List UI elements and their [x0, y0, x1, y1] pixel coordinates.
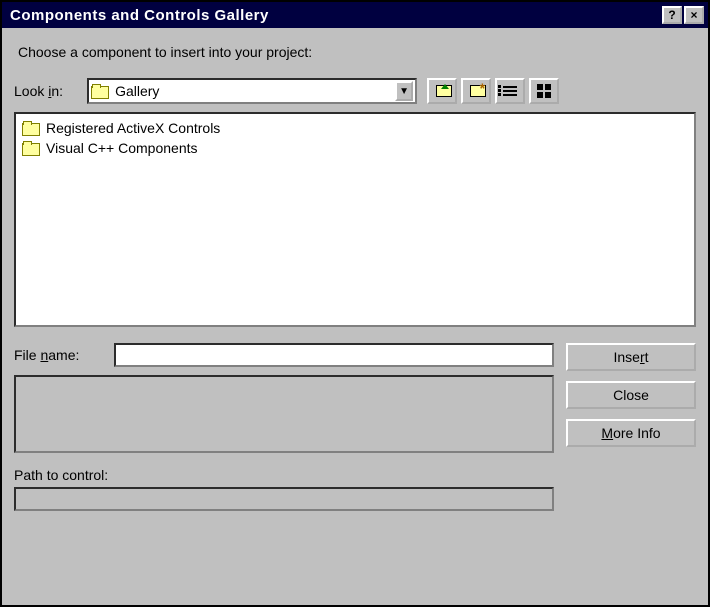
path-label: Path to control:: [14, 467, 554, 483]
titlebar: Components and Controls Gallery ? ×: [2, 2, 708, 28]
chevron-down-icon[interactable]: ▼: [395, 81, 413, 101]
details-icon: [537, 84, 551, 98]
close-dialog-button[interactable]: Close: [566, 381, 696, 409]
lookin-row: Look in: Gallery ▼: [14, 78, 696, 104]
file-listbox[interactable]: Registered ActiveX Controls Visual C++ C…: [14, 112, 696, 327]
window-title: Components and Controls Gallery: [6, 7, 660, 24]
lower-left: File name: Path to control:: [14, 343, 554, 511]
lower-panel: File name: Path to control: Insert Close: [14, 343, 696, 511]
view-list-button[interactable]: [495, 78, 525, 104]
list-item[interactable]: Registered ActiveX Controls: [22, 118, 688, 138]
client-area: Choose a component to insert into your p…: [2, 28, 708, 605]
close-button[interactable]: ×: [684, 6, 704, 24]
help-button[interactable]: ?: [662, 6, 682, 24]
lookin-value: Gallery: [115, 83, 395, 99]
filename-label: File name:: [14, 347, 114, 363]
instruction-text: Choose a component to insert into your p…: [18, 44, 696, 60]
new-folder-button[interactable]: [461, 78, 491, 104]
insert-button[interactable]: Insert: [566, 343, 696, 371]
list-item-label: Registered ActiveX Controls: [46, 120, 220, 136]
folder-icon: [22, 141, 40, 155]
folder-icon: [22, 121, 40, 135]
dialog-window: Components and Controls Gallery ? × Choo…: [0, 0, 710, 607]
list-item-label: Visual C++ Components: [46, 140, 198, 156]
filename-input[interactable]: [114, 343, 554, 367]
description-area: [14, 375, 554, 453]
list-icon: [503, 86, 517, 96]
folder-icon: [91, 84, 109, 98]
up-one-level-button[interactable]: [427, 78, 457, 104]
lookin-combobox[interactable]: Gallery ▼: [87, 78, 417, 104]
list-item[interactable]: Visual C++ Components: [22, 138, 688, 158]
lookin-label: Look in:: [14, 83, 63, 99]
view-details-button[interactable]: [529, 78, 559, 104]
filename-row: File name:: [14, 343, 554, 367]
button-column: Insert Close More Info: [566, 343, 696, 511]
more-info-button[interactable]: More Info: [566, 419, 696, 447]
path-display: [14, 487, 554, 511]
path-row: Path to control:: [14, 467, 554, 511]
lookin-toolbar: [427, 78, 559, 104]
